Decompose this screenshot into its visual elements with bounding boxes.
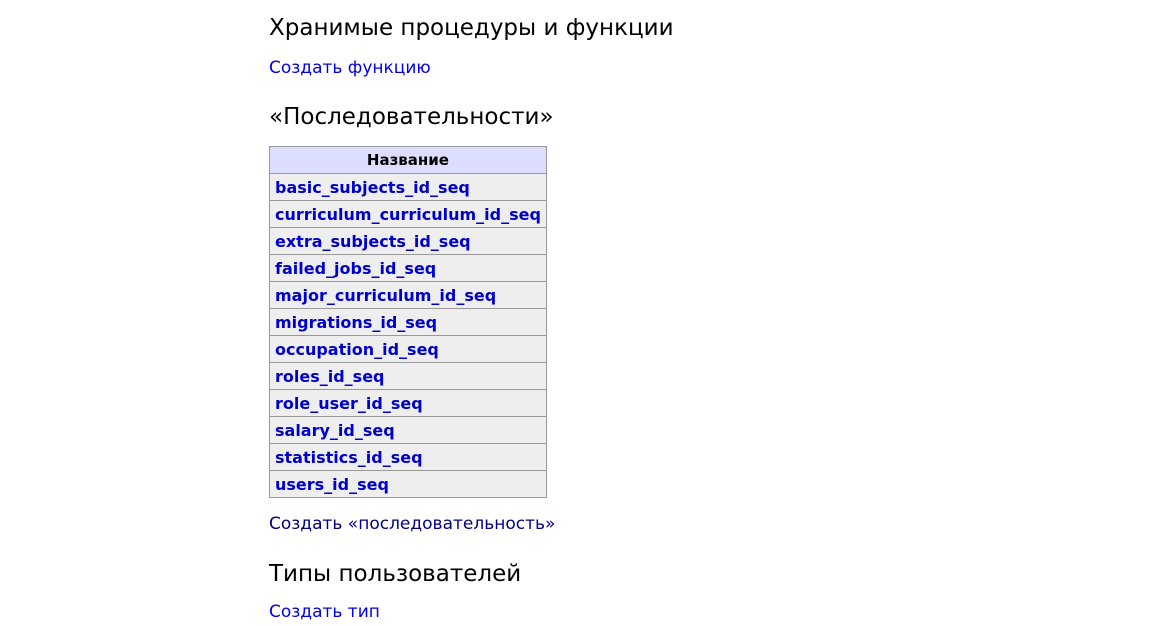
sequence-link[interactable]: statistics_id_seq xyxy=(275,448,423,467)
table-cell: basic_subjects_id_seq xyxy=(269,173,547,201)
table-cell: salary_id_seq xyxy=(269,416,547,444)
table-row: statistics_id_seq xyxy=(269,443,547,471)
table-row: users_id_seq xyxy=(269,470,547,498)
table-cell: curriculum_curriculum_id_seq xyxy=(269,200,547,228)
create-sequence-link[interactable]: Создать «последовательность» xyxy=(269,516,555,533)
table-cell: extra_subjects_id_seq xyxy=(269,227,547,255)
table-row: failed_jobs_id_seq xyxy=(269,254,547,282)
sequence-link[interactable]: migrations_id_seq xyxy=(275,313,437,332)
sequence-link[interactable]: curriculum_curriculum_id_seq xyxy=(275,205,541,224)
create-type-link[interactable]: Создать тип xyxy=(269,604,380,621)
table-cell: role_user_id_seq xyxy=(269,389,547,417)
sequence-link[interactable]: roles_id_seq xyxy=(275,367,385,386)
sequence-link[interactable]: basic_subjects_id_seq xyxy=(275,178,470,197)
sequence-link[interactable]: extra_subjects_id_seq xyxy=(275,232,471,251)
table-row: major_curriculum_id_seq xyxy=(269,281,547,309)
table-row: extra_subjects_id_seq xyxy=(269,227,547,255)
table-cell: failed_jobs_id_seq xyxy=(269,254,547,282)
table-row: salary_id_seq xyxy=(269,416,547,444)
table-cell: major_curriculum_id_seq xyxy=(269,281,547,309)
functions-heading: Хранимые процедуры и функции xyxy=(269,15,674,41)
sequence-link[interactable]: occupation_id_seq xyxy=(275,340,439,359)
user-types-heading: Типы пользователей xyxy=(269,561,522,587)
table-cell: users_id_seq xyxy=(269,470,547,498)
sequence-link[interactable]: failed_jobs_id_seq xyxy=(275,259,436,278)
table-row: role_user_id_seq xyxy=(269,389,547,417)
sequence-link[interactable]: salary_id_seq xyxy=(275,421,395,440)
sequences-heading: «Последовательности» xyxy=(269,104,554,130)
table-cell: statistics_id_seq xyxy=(269,443,547,471)
table-cell: occupation_id_seq xyxy=(269,335,547,363)
table-row: occupation_id_seq xyxy=(269,335,547,363)
sequences-table: Название basic_subjects_id_seq curriculu… xyxy=(269,146,547,498)
sequence-link[interactable]: role_user_id_seq xyxy=(275,394,423,413)
table-row: curriculum_curriculum_id_seq xyxy=(269,200,547,228)
create-function-link[interactable]: Создать функцию xyxy=(269,60,431,77)
table-row: migrations_id_seq xyxy=(269,308,547,336)
sequence-link[interactable]: users_id_seq xyxy=(275,475,389,494)
sequence-link[interactable]: major_curriculum_id_seq xyxy=(275,286,496,305)
column-header-name: Название xyxy=(269,146,547,174)
table-header-row: Название xyxy=(269,146,547,174)
table-cell: migrations_id_seq xyxy=(269,308,547,336)
table-row: roles_id_seq xyxy=(269,362,547,390)
table-cell: roles_id_seq xyxy=(269,362,547,390)
table-row: basic_subjects_id_seq xyxy=(269,173,547,201)
